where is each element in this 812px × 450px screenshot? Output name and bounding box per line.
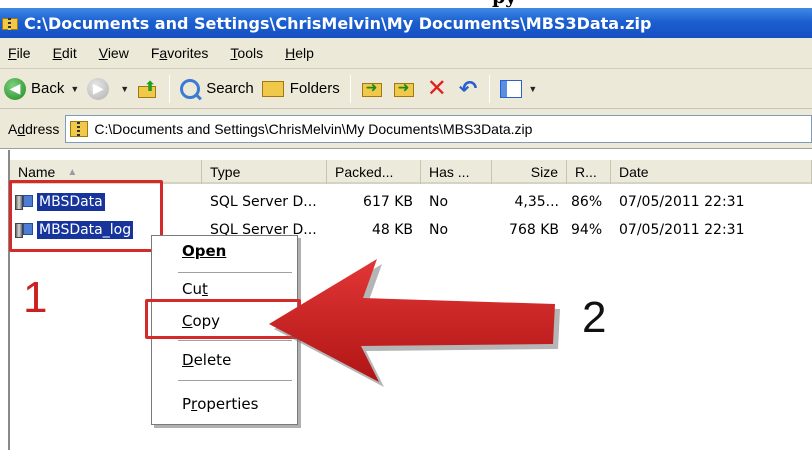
- zip-folder-icon: [70, 120, 89, 137]
- column-date[interactable]: Date: [611, 160, 812, 184]
- cell-size: 768 KB: [509, 222, 559, 238]
- title-bar: C:\Documents and Settings\ChrisMelvin\My…: [0, 8, 812, 38]
- address-path: C:\Documents and Settings\ChrisMelvin\My…: [94, 120, 533, 137]
- toolbar-separator: [489, 74, 491, 103]
- menu-file[interactable]: File: [8, 45, 31, 61]
- views-dropdown-icon[interactable]: ▼: [528, 84, 537, 94]
- cell-size: 4,35...: [514, 194, 559, 210]
- cell-has: No: [429, 222, 449, 238]
- column-packed[interactable]: Packed...: [327, 160, 421, 184]
- cell-type: SQL Server D...: [210, 194, 317, 210]
- back-label: Back: [31, 80, 65, 97]
- forward-button[interactable]: ▶ ▼: [83, 74, 133, 104]
- cell-ratio: 86%: [571, 194, 603, 210]
- folders-icon: [261, 80, 284, 97]
- menu-tools[interactable]: Tools: [230, 45, 263, 61]
- folders-label: Folders: [289, 80, 340, 97]
- menu-bar: File Edit View Favorites Tools Help: [0, 38, 812, 69]
- folders-button[interactable]: Folders: [258, 74, 344, 104]
- back-dropdown-icon[interactable]: ▼: [70, 84, 79, 94]
- address-field[interactable]: C:\Documents and Settings\ChrisMelvin\My…: [65, 114, 812, 143]
- menu-view[interactable]: View: [99, 45, 129, 61]
- step-1-label: 1: [23, 273, 48, 322]
- forward-arrow-icon: ▶: [87, 77, 110, 100]
- search-icon: [180, 78, 201, 99]
- back-arrow-icon: ◀: [4, 77, 26, 100]
- delete-icon[interactable]: ✕: [427, 76, 447, 100]
- column-has[interactable]: Has ...: [421, 160, 492, 184]
- red-arrow-icon: [269, 259, 560, 387]
- forward-dropdown-icon[interactable]: ▼: [120, 84, 129, 94]
- cell-packed: 617 KB: [363, 194, 413, 210]
- cell-date: 07/05/2011 22:31: [619, 194, 745, 210]
- views-icon[interactable]: [500, 79, 523, 98]
- search-label: Search: [206, 80, 254, 97]
- top-strip: py: [0, 0, 812, 8]
- up-button[interactable]: ⬆: [133, 74, 163, 104]
- column-type[interactable]: Type: [202, 160, 327, 184]
- address-label: Address: [8, 120, 60, 137]
- toolbar: ◀ Back ▼ ▶ ▼ ⬆ Search Folders ➜ ➜ ✕ ↶ ▼: [0, 69, 812, 109]
- menu-edit[interactable]: Edit: [53, 45, 77, 61]
- copy-to-icon[interactable]: ➜: [393, 79, 416, 99]
- cell-has: No: [429, 194, 449, 210]
- cell-date: 07/05/2011 22:31: [619, 222, 745, 238]
- cropped-caption: py: [492, 0, 516, 7]
- undo-icon[interactable]: ↶: [459, 77, 477, 100]
- step-2-label: 2: [582, 293, 607, 342]
- menu-favorites[interactable]: Favorites: [151, 45, 209, 61]
- window-title: C:\Documents and Settings\ChrisMelvin\My…: [24, 13, 652, 33]
- zip-folder-icon: [2, 15, 18, 31]
- cell-packed: 48 KB: [371, 222, 413, 238]
- back-button[interactable]: ◀ Back ▼: [0, 74, 83, 104]
- folder-up-icon: ⬆: [137, 78, 159, 100]
- selection-highlight-box: [9, 180, 163, 252]
- cell-ratio: 94%: [571, 222, 603, 238]
- search-button[interactable]: Search: [176, 74, 258, 104]
- menu-properties[interactable]: Pr operties: [152, 391, 297, 417]
- column-ratio[interactable]: R...: [567, 160, 611, 184]
- menu-help[interactable]: Help: [285, 45, 314, 61]
- address-bar: Address C:\Documents and Settings\ChrisM…: [0, 109, 812, 149]
- toolbar-separator: [169, 74, 171, 103]
- move-to-icon[interactable]: ➜: [361, 79, 384, 99]
- toolbar-separator: [349, 74, 351, 103]
- column-size[interactable]: Size: [492, 160, 567, 184]
- sort-ascending-icon: ▲: [67, 166, 78, 178]
